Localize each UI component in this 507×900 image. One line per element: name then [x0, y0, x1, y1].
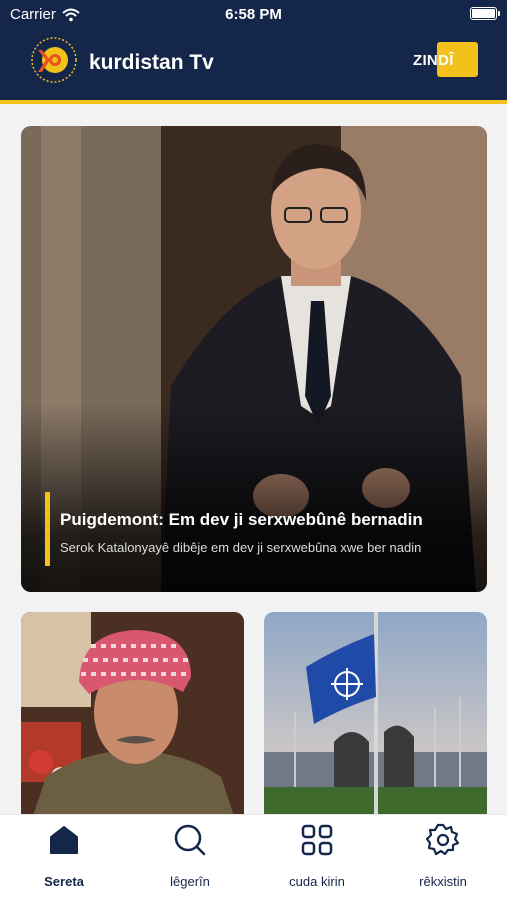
tab-settings[interactable]: rêkxistin	[388, 823, 498, 893]
tab-categories[interactable]: cuda kirin	[262, 823, 372, 893]
home-icon	[50, 826, 78, 854]
bottom-tab-bar: Sereta lêgerîn cuda kirin rêkxistin	[0, 814, 507, 900]
live-button[interactable]: ZINDÎ	[413, 42, 478, 77]
app-header: Carrier 6:58 PM kurdistan Tv ZINDÎ	[0, 0, 507, 104]
status-time: 6:58 PM	[225, 6, 282, 23]
search-icon	[174, 824, 206, 856]
kurdistan-tv-logo	[31, 37, 77, 83]
headline-accent-bar	[45, 492, 50, 566]
live-button-label: ZINDÎ	[413, 52, 454, 69]
tab-home-label: Sereta	[44, 874, 84, 889]
featured-news-card[interactable]: Puigdemont: Em dev ji serxwebûnê bernadi…	[21, 126, 487, 592]
news-card-image	[264, 612, 487, 822]
battery-icon	[470, 7, 500, 20]
grid-icon	[301, 824, 333, 856]
featured-news-subtitle: Serok Katalonyayê dibêje em dev ji serxw…	[60, 540, 422, 555]
news-card-image	[21, 612, 244, 822]
news-card-1[interactable]	[21, 612, 244, 822]
tab-home[interactable]: Sereta	[9, 823, 119, 893]
gear-icon	[426, 823, 460, 856]
brand-title: kurdistan Tv	[89, 51, 214, 74]
tab-settings-label: rêkxistin	[419, 874, 467, 889]
tab-search-label: lêgerîn	[170, 874, 210, 889]
news-card-2[interactable]	[264, 612, 487, 822]
status-bar: Carrier 6:58 PM	[0, 0, 507, 30]
featured-news-title: Puigdemont: Em dev ji serxwebûnê bernadi…	[60, 510, 423, 529]
tab-categories-label: cuda kirin	[289, 874, 345, 889]
tab-search[interactable]: lêgerîn	[135, 823, 245, 893]
